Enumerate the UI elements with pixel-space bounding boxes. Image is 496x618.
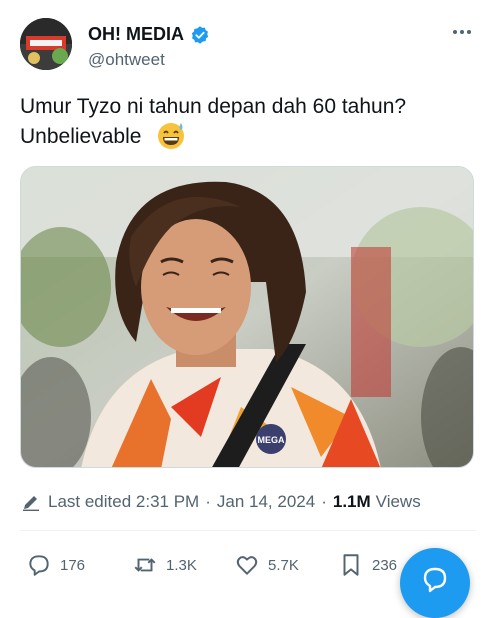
views-label: Views <box>375 492 421 511</box>
shirt-logo: MEGA <box>258 435 286 445</box>
reply-count: 176 <box>60 556 86 574</box>
divider <box>20 530 476 531</box>
tweet-date[interactable]: Jan 14, 2024 <box>217 492 315 512</box>
reply-bubble-icon <box>423 567 447 593</box>
reply-button[interactable]: 176 <box>26 552 85 578</box>
like-button[interactable]: 5.7K <box>234 552 299 578</box>
user-handle[interactable]: @ohtweet <box>88 50 165 70</box>
bookmark-icon <box>343 554 359 576</box>
pencil-icon <box>23 496 39 511</box>
tweet-meta: Last edited 2:31 PM · Jan 14, 2024 · 1.1… <box>22 490 421 514</box>
separator-dot: · <box>321 492 327 511</box>
heart-icon <box>236 556 258 575</box>
name-row: OH! MEDIA <box>88 24 210 45</box>
display-name[interactable]: OH! MEDIA <box>88 24 184 45</box>
avatar[interactable] <box>20 18 72 70</box>
tweet-image[interactable]: MEGA <box>20 166 474 468</box>
views-count: 1.1M <box>332 492 371 511</box>
repost-icon <box>134 558 156 572</box>
grinning-face-with-sweat-icon <box>158 123 184 149</box>
floating-reply-button[interactable] <box>400 548 470 618</box>
more-options-icon[interactable] <box>450 22 474 42</box>
bookmark-button[interactable]: 236 <box>338 552 397 578</box>
last-edited-label[interactable]: Last edited 2:31 PM <box>48 492 199 512</box>
tweet-text: Umur Tyzo ni tahun depan dah 60 tahun? U… <box>20 95 407 148</box>
reply-icon <box>29 555 49 576</box>
tweet-header: OH! MEDIA @ohtweet <box>20 18 480 74</box>
repost-button[interactable]: 1.3K <box>132 552 197 578</box>
bookmark-count: 236 <box>372 556 398 574</box>
separator-dot: · <box>205 492 211 511</box>
repost-count: 1.3K <box>166 556 197 574</box>
verified-badge-icon <box>191 25 209 44</box>
like-count: 5.7K <box>268 556 299 574</box>
